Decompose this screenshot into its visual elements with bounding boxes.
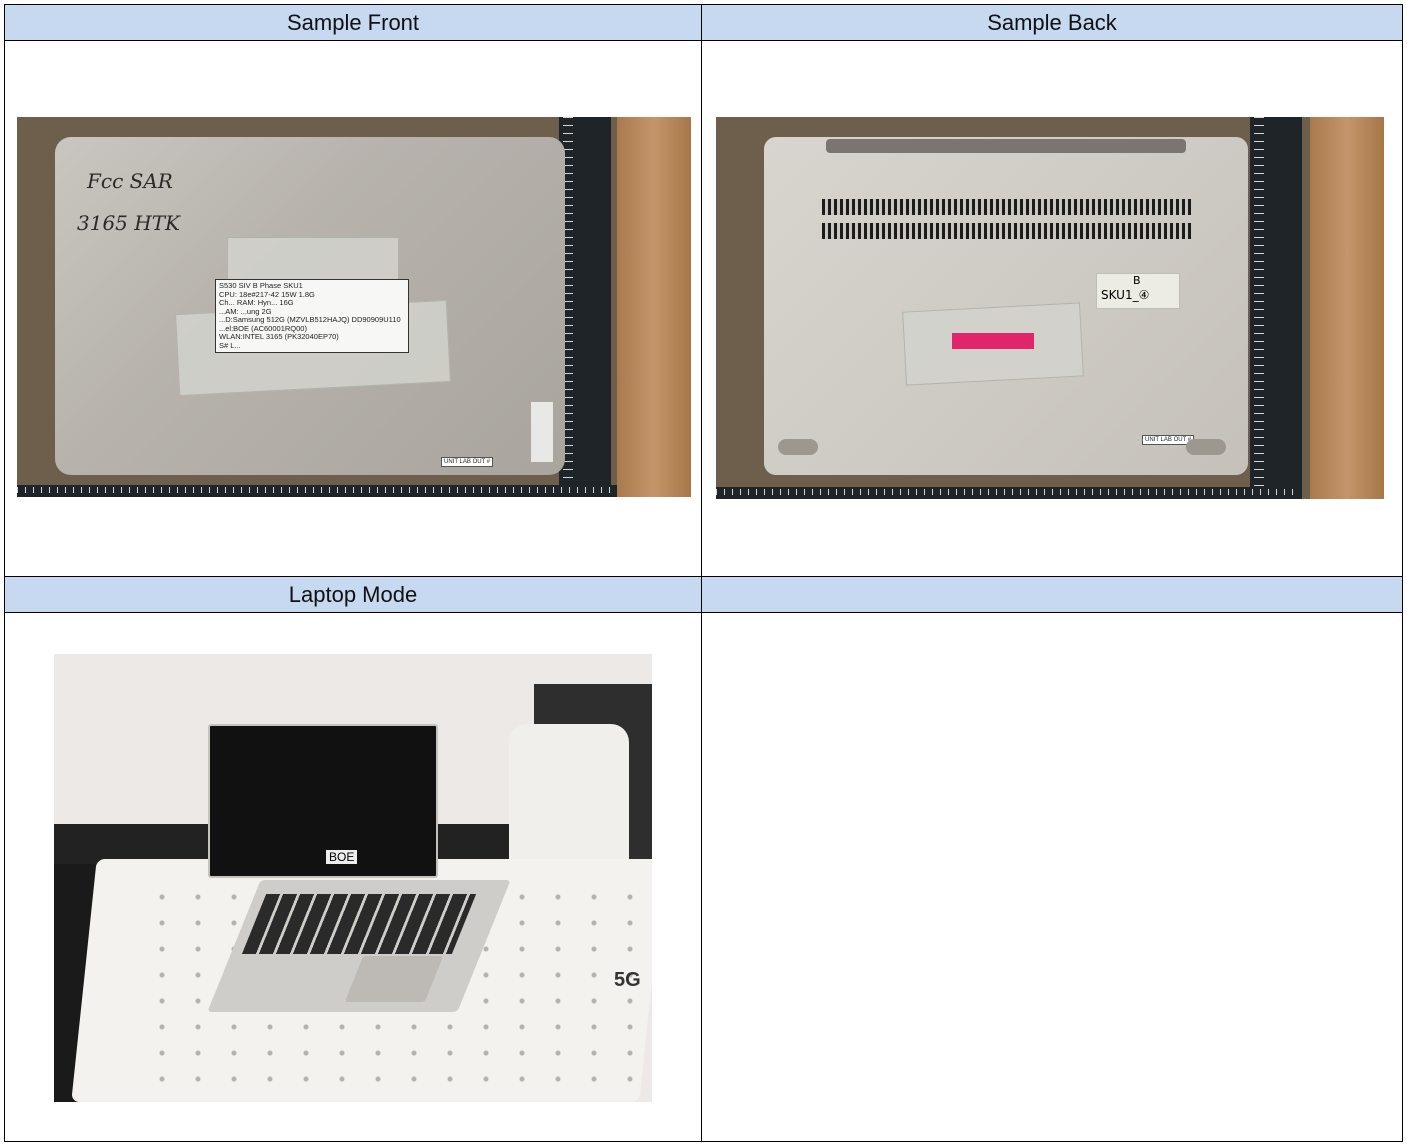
sku-label: B SKU1_④ <box>1096 273 1180 309</box>
empty-cell <box>701 612 1403 1142</box>
rubber-foot <box>778 439 818 455</box>
hinge <box>826 139 1186 153</box>
vent-row <box>822 199 1192 215</box>
wood-background <box>1310 117 1384 499</box>
horizontal-ruler <box>716 487 1296 499</box>
spec-line: S# L... <box>219 340 241 350</box>
vertical-ruler <box>1250 117 1302 499</box>
screen-sticker: BOE <box>326 850 358 864</box>
laptop-mode-cell: 5G BOE <box>4 612 702 1142</box>
sample-photo-table: Sample Front Sample Back Fcc SAR 3165 HT… <box>4 4 1403 1142</box>
spec-label: S530 SIV B Phase SKU1 CPU: 18e#217-42 15… <box>215 279 409 353</box>
horizontal-ruler <box>17 485 617 497</box>
handwriting-line-2: 3165 HTK <box>77 211 180 235</box>
laptop-screen <box>208 724 438 878</box>
vertical-ruler <box>559 117 611 497</box>
sku-line-2: SKU1_④ <box>1101 288 1150 302</box>
sample-back-photo: B SKU1_④ UNIT LAB OUT # <box>716 117 1384 499</box>
laptop-mode-photo: 5G BOE <box>54 654 652 1102</box>
board-label: 5G <box>614 969 641 991</box>
tape-patch <box>531 402 553 462</box>
header-sample-back: Sample Back <box>701 4 1403 41</box>
wood-background <box>617 117 691 497</box>
keyboard <box>241 894 477 954</box>
handwriting-line-1: Fcc SAR <box>87 169 173 193</box>
sample-front-cell: Fcc SAR 3165 HTK S530 SIV B Phase SKU1 C… <box>4 40 702 577</box>
vent-row <box>822 223 1192 239</box>
tape-strip <box>227 237 399 285</box>
sample-back-cell: B SKU1_④ UNIT LAB OUT # <box>701 40 1403 577</box>
pink-label <box>952 333 1034 349</box>
sku-line-1: B <box>1133 274 1141 287</box>
spec-line: WLAN:INTEL 3165 (PK32040EP70) <box>219 332 339 341</box>
header-empty <box>701 576 1403 613</box>
header-laptop-mode: Laptop Mode <box>4 576 702 613</box>
rubber-foot <box>1186 439 1226 455</box>
sample-front-photo: Fcc SAR 3165 HTK S530 SIV B Phase SKU1 C… <box>17 117 691 497</box>
header-sample-front: Sample Front <box>4 4 702 41</box>
unit-tag: UNIT LAB OUT # <box>441 457 494 467</box>
